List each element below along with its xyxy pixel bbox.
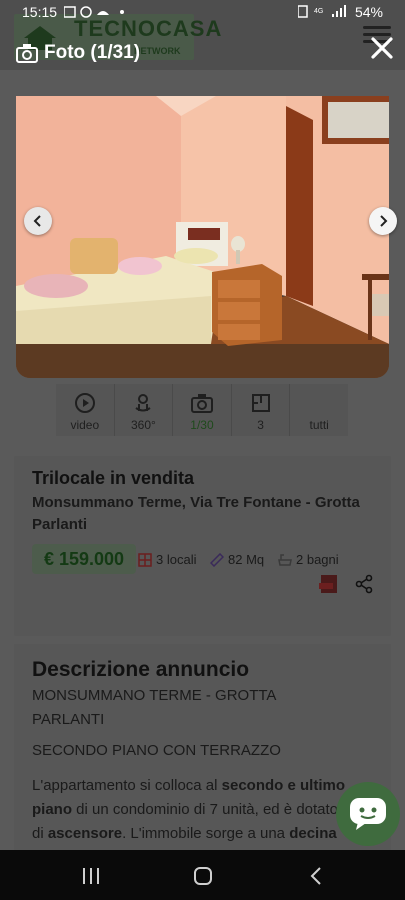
tab-photos[interactable]: 1/30	[173, 384, 232, 436]
gallery-title: Foto (1/31)	[44, 42, 141, 63]
rooms-feature: 3 locali	[138, 552, 196, 567]
chat-button[interactable]	[336, 782, 400, 846]
area-feature: 82 Mq	[210, 552, 264, 567]
description-body: L'appartamento si colloca al secondo e u…	[32, 774, 377, 846]
signal-icons: 4G	[298, 5, 346, 18]
share-icon[interactable]	[354, 574, 374, 594]
chat-bubble-icon	[350, 798, 386, 830]
gallery-header: Foto (1/31)	[16, 42, 140, 64]
tab-all-label: tutti	[309, 418, 329, 432]
camera-icon	[16, 44, 38, 63]
tab-floorplans[interactable]: 3	[232, 384, 291, 436]
battery-level: 54%	[354, 4, 383, 20]
recent-apps-icon[interactable]	[81, 867, 101, 885]
360-icon	[135, 394, 151, 412]
desc-bold-text: decina	[289, 825, 337, 842]
listing-summary-card: Trilocale in vendita Monsummano Terme, V…	[14, 456, 391, 636]
description-subtitle-2: SECONDO PIANO CON TERRAZZO	[32, 742, 281, 759]
desc-text: di un condominio di 7 unità, ed è dotato	[72, 801, 339, 818]
camera-icon	[190, 394, 213, 413]
previous-photo-button[interactable]	[24, 207, 52, 235]
next-photo-button[interactable]	[369, 207, 397, 235]
svg-text:4G: 4G	[314, 8, 323, 15]
tab-360-label: 360°	[130, 418, 156, 432]
close-icon[interactable]	[370, 36, 394, 60]
chevron-right-icon	[380, 215, 388, 227]
tab-video-label: video	[70, 418, 100, 432]
home-icon[interactable]	[193, 867, 213, 885]
back-icon[interactable]	[309, 867, 325, 885]
notification-icons	[64, 6, 124, 18]
bathtub-icon	[278, 553, 292, 566]
description-title: Descrizione annuncio	[32, 658, 250, 681]
desc-bold-text: secondo e ultimo	[221, 777, 345, 794]
floorplan-icon	[251, 394, 270, 412]
tab-photos-label: 1/30	[190, 418, 214, 432]
rooms-value: 3 locali	[156, 552, 197, 567]
chevron-left-icon	[33, 215, 41, 227]
description-subtitle: MONSUMMANO TERME - GROTTA PARLANTI	[32, 687, 276, 728]
system-nav-bar	[0, 850, 405, 900]
desc-text: L'appartamento si colloca al	[32, 777, 222, 794]
status-time: 15:15	[22, 4, 58, 20]
desc-text: di	[32, 825, 48, 842]
listing-title: Trilocale in vendita	[32, 468, 195, 488]
price-badge: € 159.000	[32, 544, 136, 574]
tab-all[interactable]: tutti	[290, 384, 348, 436]
status-bar: 15:15 4G 54%	[0, 0, 405, 24]
tab-360[interactable]: 360°	[115, 384, 174, 436]
gallery-photo[interactable]	[16, 96, 389, 378]
tab-floorplans-label: 3	[257, 418, 264, 432]
baths-feature: 2 bagni	[278, 552, 339, 567]
ruler-icon	[210, 552, 224, 567]
area-value: 82 Mq	[228, 552, 265, 567]
pdf-icon[interactable]	[319, 574, 339, 594]
rooms-icon	[138, 552, 152, 567]
baths-value: 2 bagni	[296, 552, 339, 567]
media-tabs: video 360° 1/30 3 tutti	[56, 384, 348, 436]
play-icon	[74, 393, 95, 413]
listing-address: Monsummano Terme, Via Tre Fontane - Grot…	[32, 494, 360, 533]
description-card: Descrizione annuncio MONSUMMANO TERME - …	[14, 644, 391, 850]
tab-video[interactable]: video	[56, 384, 115, 436]
desc-bold-text: piano	[32, 801, 72, 818]
desc-text: . L'immobile sorge a una	[122, 825, 290, 842]
desc-bold-text: ascensore	[47, 825, 123, 842]
bedroom-photo-image	[16, 96, 389, 378]
logo-subtext: NETWORK	[134, 46, 181, 56]
